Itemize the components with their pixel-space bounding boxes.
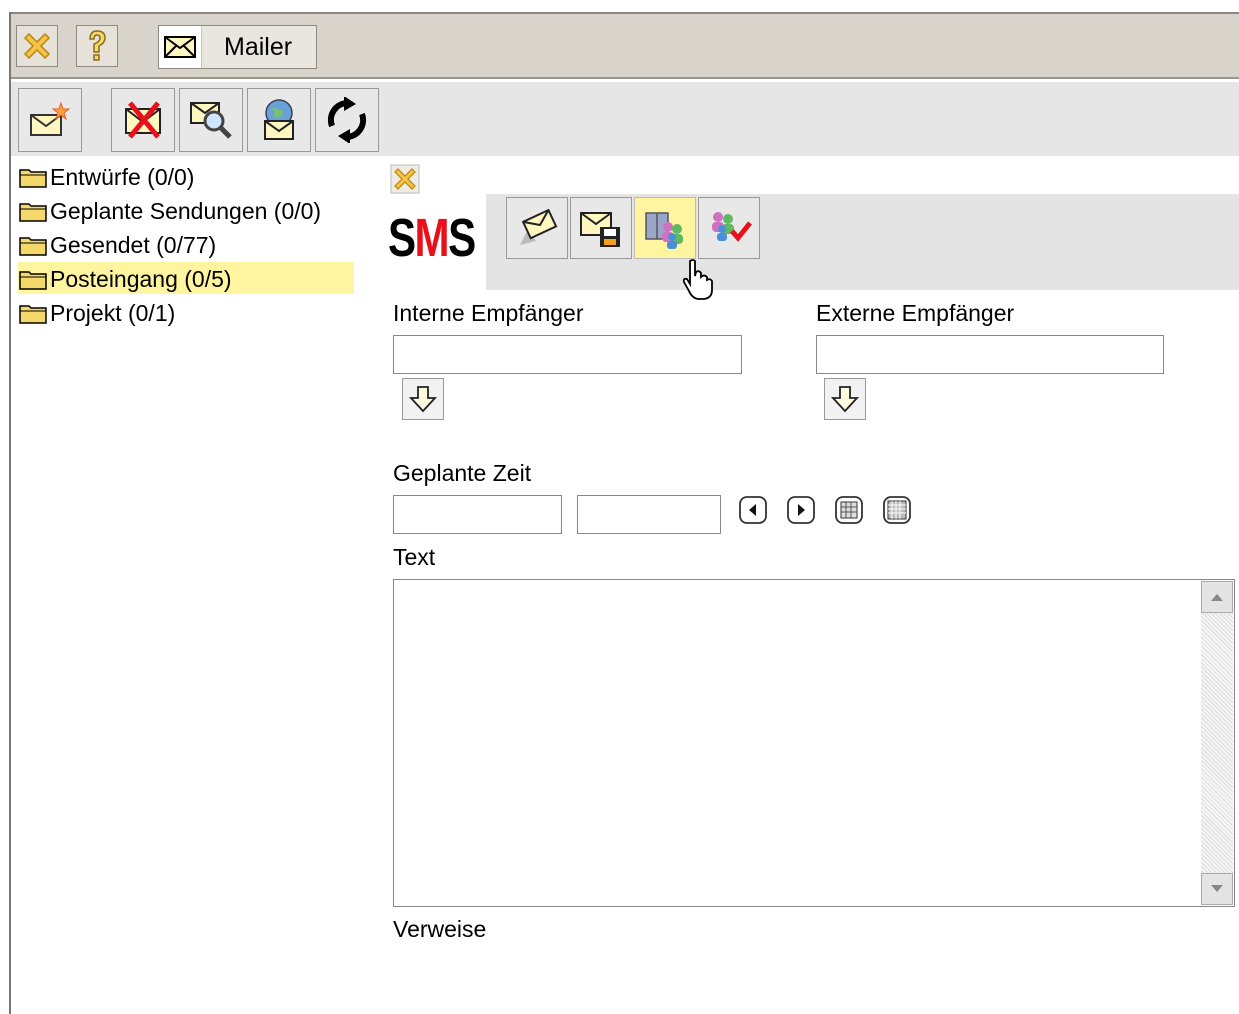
arrow-right-icon bbox=[787, 496, 815, 524]
calendar-week-button[interactable] bbox=[881, 494, 913, 526]
folder-icon bbox=[19, 305, 47, 324]
close-icon bbox=[23, 32, 51, 60]
planned-time-label: Geplante Zeit bbox=[393, 460, 532, 486]
folder-icon bbox=[19, 169, 47, 188]
folder-label: Projekt (0/1) bbox=[50, 299, 176, 326]
window-border bbox=[9, 12, 11, 1014]
refresh-button[interactable] bbox=[315, 88, 379, 152]
delete-mail-button[interactable] bbox=[111, 88, 175, 152]
previous-button[interactable] bbox=[737, 494, 769, 526]
message-textarea[interactable] bbox=[393, 579, 1235, 907]
folder-icon bbox=[19, 271, 47, 290]
tab-mailer[interactable]: Mailer bbox=[158, 25, 317, 69]
send-icon bbox=[520, 208, 558, 245]
check-recipients-button[interactable] bbox=[698, 197, 760, 259]
add-internal-recipient-button[interactable] bbox=[402, 378, 444, 420]
folder-icon bbox=[19, 237, 47, 256]
calendar-button[interactable] bbox=[833, 494, 865, 526]
help-button[interactable] bbox=[76, 25, 118, 67]
folder-item[interactable]: Posteingang (0/5) bbox=[19, 263, 232, 295]
scroll-down-button[interactable] bbox=[1201, 873, 1233, 905]
search-mail-button[interactable] bbox=[179, 88, 243, 152]
hand-cursor-icon bbox=[682, 259, 713, 300]
folder-item[interactable]: Projekt (0/1) bbox=[19, 297, 175, 329]
help-icon bbox=[89, 30, 106, 61]
folder-label: Entwürfe (0/0) bbox=[50, 163, 195, 190]
refresh-icon bbox=[327, 97, 367, 143]
scroll-up-button[interactable] bbox=[1201, 581, 1233, 613]
planned-date-input[interactable] bbox=[393, 495, 562, 534]
next-button[interactable] bbox=[785, 494, 817, 526]
globe-mail-icon bbox=[264, 99, 294, 140]
delete-mail-icon bbox=[125, 101, 161, 139]
close-icon bbox=[390, 164, 420, 194]
search-mail-icon bbox=[190, 102, 232, 139]
folder-item[interactable]: Gesendet (0/77) bbox=[19, 229, 216, 261]
arrow-down-icon bbox=[830, 386, 860, 413]
envelope-icon bbox=[159, 26, 202, 68]
folder-label: Posteingang (0/5) bbox=[50, 265, 232, 292]
calendar-icon bbox=[835, 496, 863, 524]
external-recipients-label: Externe Empfänger bbox=[816, 300, 1015, 326]
sms-logo-s: S bbox=[448, 208, 476, 268]
text-label: Text bbox=[393, 544, 436, 570]
save-mail-icon bbox=[580, 212, 620, 247]
internal-recipients-input[interactable] bbox=[393, 335, 742, 374]
folder-label: Gesendet (0/77) bbox=[50, 231, 217, 258]
folder-item[interactable]: Entwürfe (0/0) bbox=[19, 161, 194, 193]
new-mail-icon bbox=[30, 101, 71, 136]
arrow-left-icon bbox=[739, 496, 767, 524]
sms-logo-s: S bbox=[388, 208, 416, 268]
folder-icon bbox=[19, 203, 47, 222]
send-sms-button[interactable] bbox=[506, 197, 568, 259]
folder-label: Geplante Sendungen (0/0) bbox=[50, 197, 322, 224]
sms-logo: SMS bbox=[388, 208, 476, 268]
external-recipients-input[interactable] bbox=[816, 335, 1164, 374]
close-button[interactable] bbox=[16, 25, 58, 67]
add-external-recipient-button[interactable] bbox=[824, 378, 866, 420]
new-mail-button[interactable] bbox=[18, 88, 82, 152]
tab-label: Mailer bbox=[224, 32, 293, 61]
close-sms-button[interactable] bbox=[389, 163, 421, 195]
links-label: Verweise bbox=[393, 916, 487, 942]
sms-logo-m: M bbox=[414, 208, 450, 268]
arrow-down-icon bbox=[408, 386, 438, 413]
external-mail-button[interactable] bbox=[247, 88, 311, 152]
save-draft-button[interactable] bbox=[570, 197, 632, 259]
scrollbar[interactable] bbox=[1201, 581, 1233, 905]
arrow-down-icon bbox=[1211, 885, 1223, 892]
users-check-icon bbox=[712, 212, 752, 242]
calendar-grid-icon bbox=[883, 496, 911, 524]
arrow-up-icon bbox=[1211, 594, 1223, 601]
folder-item[interactable]: Geplante Sendungen (0/0) bbox=[19, 195, 321, 227]
address-book-button[interactable] bbox=[634, 197, 696, 259]
address-book-icon bbox=[645, 212, 683, 249]
internal-recipients-label: Interne Empfänger bbox=[393, 300, 584, 326]
planned-time-input[interactable] bbox=[577, 495, 721, 534]
